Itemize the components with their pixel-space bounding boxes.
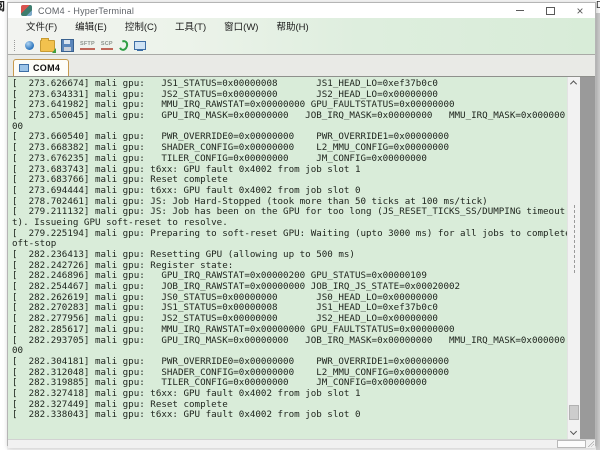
scrollbar-position-marker [574, 205, 575, 273]
toolbar-grip [14, 40, 17, 51]
terminal-line: [ 282.304181] mali gpu: PWR_OVERRIDE0=0x… [12, 357, 567, 368]
maximize-icon [546, 7, 555, 15]
background-text-fragment: 阅 [0, 0, 5, 14]
terminal-output[interactable]: [ 273.626674] mali gpu: JS1_STATUS=0x000… [8, 77, 567, 439]
save-icon[interactable] [61, 39, 74, 52]
window-title: COM4 - HyperTerminal [38, 6, 134, 16]
vertical-scrollbar[interactable] [567, 77, 580, 439]
background-window-right-sliver [596, 0, 600, 450]
minimize-button[interactable] [505, 3, 535, 18]
refresh-icon[interactable] [119, 41, 128, 50]
menu-bar: 文件(F)编辑(E)控制(C)工具(T)窗口(W)帮助(H) [8, 18, 595, 37]
terminal-line: [ 279.225194] mali gpu: Preparing to sof… [12, 229, 567, 240]
terminal-line: [ 282.285617] mali gpu: MMU_IRQ_RAWSTAT=… [12, 325, 567, 336]
toolbar: SFTP SCP [8, 37, 595, 55]
menu-item-1[interactable]: 文件(F) [17, 18, 66, 37]
close-button[interactable]: × [565, 3, 595, 18]
open-folder-icon[interactable] [40, 40, 55, 52]
status-pane [557, 440, 586, 448]
session-tab-bar: COM4 [8, 55, 595, 76]
sftp-icon[interactable]: SFTP [80, 41, 95, 50]
scp-icon[interactable]: SCP [101, 41, 113, 50]
menu-item-3[interactable]: 控制(C) [116, 18, 166, 37]
background-text-fragment-d: D [596, 0, 600, 11]
hyperterminal-window: COM4 - HyperTerminal × 文件(F)编辑(E)控制(C)工具… [7, 2, 596, 446]
terminal-line: [ 282.293705] mali gpu: GPU_IRQ_MASK=0x0… [12, 336, 567, 347]
terminal-line: [ 273.676235] mali gpu: TILER_CONFIG=0x0… [12, 154, 567, 165]
menu-item-5[interactable]: 窗口(W) [215, 18, 267, 37]
connect-icon[interactable] [25, 41, 34, 50]
title-bar[interactable]: COM4 - HyperTerminal × [8, 3, 595, 18]
scroll-down-icon[interactable] [571, 429, 577, 435]
menu-item-4[interactable]: 工具(T) [166, 18, 215, 37]
maximize-button[interactable] [535, 3, 565, 18]
window-controls: × [505, 3, 595, 18]
resize-grip-icon[interactable] [587, 440, 594, 447]
scrollbar-thumb[interactable] [569, 405, 579, 420]
terminal-line: [ 273.650045] mali gpu: GPU_IRQ_MASK=0x0… [12, 111, 567, 122]
background-window-left-sliver: 阅 [0, 0, 7, 450]
chrome-band: 文件(F)编辑(E)控制(C)工具(T)窗口(W)帮助(H) SFTP SCP [8, 18, 595, 55]
app-icon [21, 5, 32, 16]
scroll-up-icon[interactable] [571, 80, 577, 86]
status-bar [8, 439, 595, 448]
tab-com4[interactable]: COM4 [13, 59, 69, 76]
menu-item-6[interactable]: 帮助(H) [267, 18, 317, 37]
minimize-icon [516, 10, 524, 11]
menu-item-2[interactable]: 编辑(E) [66, 18, 116, 37]
tab-label: COM4 [33, 63, 60, 73]
monitor-icon[interactable] [134, 41, 146, 51]
background-window-topright-sliver: D [596, 0, 600, 13]
terminal-line: [ 282.338043] mali gpu: t6xx: GPU fault … [12, 410, 567, 421]
terminal-line: [ 273.694444] mali gpu: t6xx: GPU fault … [12, 186, 567, 197]
terminal-client-area: [ 273.626674] mali gpu: JS1_STATUS=0x000… [8, 76, 595, 439]
monitor-icon [19, 64, 29, 72]
